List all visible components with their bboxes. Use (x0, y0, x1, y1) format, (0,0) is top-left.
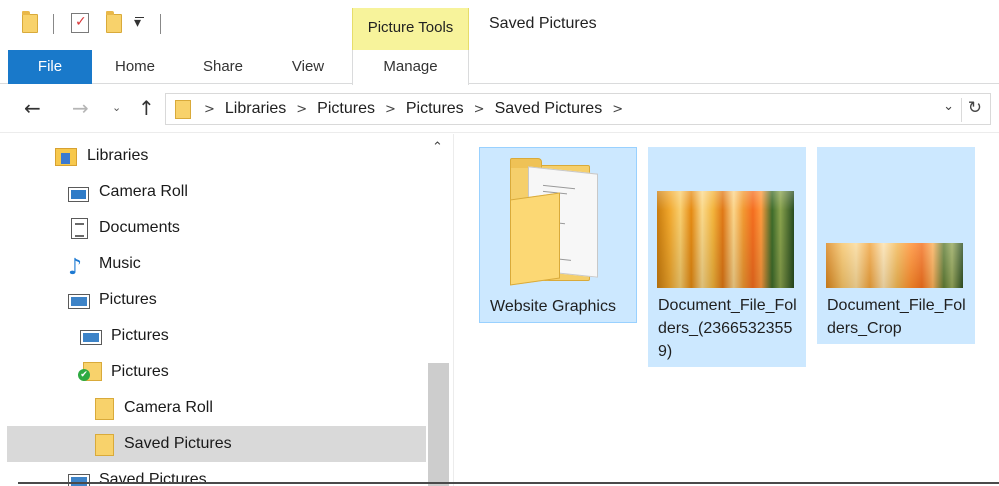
tree-item-label: Camera Roll (99, 183, 188, 200)
synced-folder-icon (78, 362, 102, 381)
tree-item-label: Libraries (87, 147, 149, 164)
ribbon-tabs: File Home Share View Manage (0, 50, 999, 85)
image-thumbnail (826, 243, 963, 288)
tab-share[interactable]: Share (190, 50, 256, 84)
window-bottom-edge (18, 482, 999, 484)
tree-item-saved-pictures[interactable]: Saved Pictures (7, 426, 426, 462)
breadcrumb-separator[interactable]: > (296, 102, 307, 117)
libraries-icon (55, 148, 77, 166)
recent-locations-chevron-icon[interactable]: ⌄ (112, 101, 121, 114)
tree-item-label: Pictures (99, 291, 157, 308)
breadcrumb-pictures[interactable]: Pictures (317, 100, 375, 117)
breadcrumb-separator[interactable]: > (385, 102, 396, 117)
address-history-chevron-icon[interactable]: ⌄ (943, 99, 954, 114)
breadcrumb-separator[interactable]: > (204, 102, 215, 117)
nav-pane-scrollbar[interactable]: ⌃ (426, 134, 452, 486)
file-name: Document_File_Folders_Crop (827, 297, 966, 337)
new-folder-icon[interactable] (106, 11, 122, 33)
tree-item-music[interactable]: ♪ Music (0, 246, 426, 282)
tree-item-libraries[interactable]: Libraries (0, 138, 426, 174)
title-bar: ▾ Picture Tools Saved Pictures (0, 0, 999, 50)
breadcrumb-separator[interactable]: > (474, 102, 485, 117)
tree-item-pictures-synced[interactable]: Pictures (0, 354, 426, 390)
image-thumbnail (657, 191, 794, 288)
up-arrow-icon[interactable]: ↑ (138, 96, 155, 120)
separator (53, 14, 54, 34)
file-name: Document_File_Folders_(23665323559) (658, 297, 797, 360)
breadcrumb-pictures-folder[interactable]: Pictures (406, 100, 464, 117)
window-title: Saved Pictures (489, 15, 597, 32)
tab-manage[interactable]: Manage (352, 50, 469, 85)
file-list: Website Graphics Document_File_Folders_(… (455, 134, 999, 486)
folder-icon (95, 398, 114, 420)
tab-view[interactable]: View (278, 50, 338, 84)
tree-item-pictures-location[interactable]: Pictures (0, 318, 426, 354)
breadcrumb-libraries[interactable]: Libraries (225, 100, 286, 117)
camera-roll-library-icon (68, 187, 89, 202)
divider (961, 98, 962, 122)
back-arrow-icon[interactable]: ← (24, 96, 41, 120)
tree-item-camera-roll-library[interactable]: Camera Roll (0, 174, 426, 210)
folder-icon (22, 11, 38, 33)
tree-item-label: Pictures (111, 363, 169, 380)
tab-file[interactable]: File (8, 50, 92, 84)
address-bar[interactable]: > Libraries > Pictures > Pictures > Saved Pictu… (165, 93, 991, 125)
documents-library-icon (71, 218, 88, 239)
tree-item-label: Music (99, 255, 141, 272)
folder-icon (175, 100, 191, 119)
context-group-label: Picture Tools (367, 19, 454, 36)
breadcrumb-separator[interactable]: > (612, 102, 623, 117)
pictures-library-icon (68, 294, 90, 309)
file-name: Website Graphics (490, 298, 616, 315)
file-item-document-file-folders-crop[interactable]: Document_File_Folders_Crop (817, 147, 975, 344)
forward-arrow-icon[interactable]: → (72, 96, 89, 120)
breadcrumb-saved-pictures[interactable]: Saved Pictures (495, 100, 603, 117)
saved-pictures-library-icon (68, 474, 90, 486)
tree-item-camera-roll[interactable]: Camera Roll (0, 390, 426, 426)
tree-item-label: Camera Roll (124, 399, 213, 416)
tree-item-label: Documents (99, 219, 180, 236)
tree-item-documents[interactable]: Documents (0, 210, 426, 246)
breadcrumb: > Libraries > Pictures > Pictures > Saved Pictu… (204, 100, 633, 118)
file-item-document-file-folders[interactable]: Document_File_Folders_(23665323559) (648, 147, 806, 367)
separator (160, 14, 161, 34)
tree-item-label: Pictures (111, 327, 169, 344)
scrollbar-thumb[interactable] (428, 363, 449, 486)
refresh-icon[interactable]: ↻ (968, 98, 982, 118)
navigation-bar: ← → ⌄ ↑ > Libraries > Pictures > Pictures > Sav… (0, 85, 999, 133)
tab-home[interactable]: Home (100, 50, 170, 84)
folder-front-icon (510, 192, 560, 286)
folder-icon (95, 434, 114, 456)
pictures-location-icon (80, 330, 102, 345)
navigation-pane: Libraries Camera Roll Documents ♪ Music … (0, 134, 454, 486)
music-library-icon: ♪ (68, 255, 83, 280)
customize-quick-access-icon[interactable]: ▾ (134, 15, 145, 31)
scroll-up-chevron-icon[interactable]: ⌃ (432, 140, 443, 155)
properties-icon[interactable] (71, 13, 89, 33)
picture-tools-context-group: Picture Tools (352, 8, 469, 50)
tree-item-label: Saved Pictures (124, 435, 232, 452)
file-item-website-graphics[interactable]: Website Graphics (479, 147, 637, 323)
tree-item-pictures-library[interactable]: Pictures (0, 282, 426, 318)
